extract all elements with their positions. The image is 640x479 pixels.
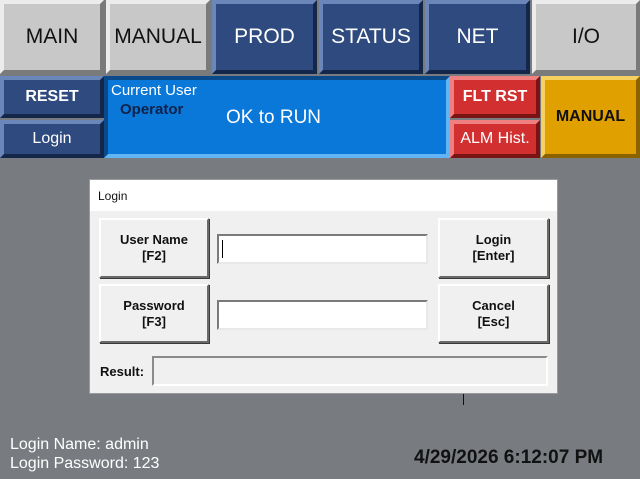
username-button-key: [F2] bbox=[142, 248, 166, 263]
current-user-label: Current User bbox=[111, 82, 197, 99]
login-submit-label: Login bbox=[475, 232, 512, 247]
nav-net-button[interactable]: NET bbox=[425, 0, 530, 74]
fault-reset-label: FLT RST bbox=[462, 88, 528, 105]
password-input[interactable] bbox=[217, 300, 428, 330]
alarm-history-button[interactable]: ALM Hist. bbox=[450, 120, 540, 158]
login-name-hint: Login Name: admin bbox=[10, 436, 149, 453]
fault-reset-button[interactable]: FLT RST bbox=[450, 76, 540, 118]
result-label: Result: bbox=[100, 364, 145, 379]
alarm-history-label: ALM Hist. bbox=[460, 130, 530, 147]
username-button-label: User Name bbox=[120, 232, 188, 247]
nav-net-label: NET bbox=[456, 25, 499, 48]
login-dialog: Login User Name [F2] Password [F3] Login… bbox=[89, 179, 558, 394]
reset-label: RESET bbox=[25, 88, 79, 105]
nav-io-button[interactable]: I/O bbox=[532, 0, 640, 74]
nav-main-label: MAIN bbox=[25, 25, 79, 48]
login-submit-button[interactable]: Login [Enter] bbox=[438, 218, 549, 278]
nav-prod-label: PROD bbox=[234, 25, 295, 48]
dialog-title: Login bbox=[90, 180, 557, 211]
reset-button[interactable]: RESET bbox=[0, 76, 104, 118]
text-caret bbox=[222, 240, 223, 258]
cancel-button[interactable]: Cancel [Esc] bbox=[438, 284, 549, 343]
run-state-text: OK to RUN bbox=[226, 107, 322, 128]
nav-io-label: I/O bbox=[571, 25, 600, 48]
username-button[interactable]: User Name [F2] bbox=[99, 218, 209, 278]
password-button[interactable]: Password [F3] bbox=[99, 284, 209, 343]
nav-status-button[interactable]: STATUS bbox=[319, 0, 423, 74]
login-label: Login bbox=[32, 130, 72, 147]
login-button[interactable]: Login bbox=[0, 120, 104, 158]
nav-manual-button[interactable]: MANUAL bbox=[106, 0, 210, 74]
cancel-label: Cancel bbox=[472, 297, 515, 313]
current-user-value: Operator bbox=[120, 101, 184, 118]
status-panel: Current User Operator OK to RUN bbox=[104, 76, 450, 158]
nav-status-label: STATUS bbox=[331, 25, 411, 48]
username-input[interactable] bbox=[217, 234, 428, 264]
manual-mode-button[interactable]: MANUAL bbox=[541, 76, 640, 158]
datetime-display: 4/29/2026 6:12:07 PM bbox=[414, 447, 604, 468]
login-submit-key: [Enter] bbox=[472, 248, 515, 263]
login-password-hint: Login Password: 123 bbox=[10, 455, 160, 472]
cancel-key: [Esc] bbox=[477, 313, 510, 329]
password-button-label: Password bbox=[123, 297, 185, 313]
password-button-key: [F3] bbox=[142, 313, 166, 329]
nav-main-button[interactable]: MAIN bbox=[0, 0, 104, 74]
nav-manual-label: MANUAL bbox=[114, 25, 202, 48]
result-field bbox=[152, 356, 548, 386]
divider-tick bbox=[463, 394, 464, 405]
manual-mode-label: MANUAL bbox=[555, 108, 626, 125]
nav-prod-button[interactable]: PROD bbox=[212, 0, 317, 74]
